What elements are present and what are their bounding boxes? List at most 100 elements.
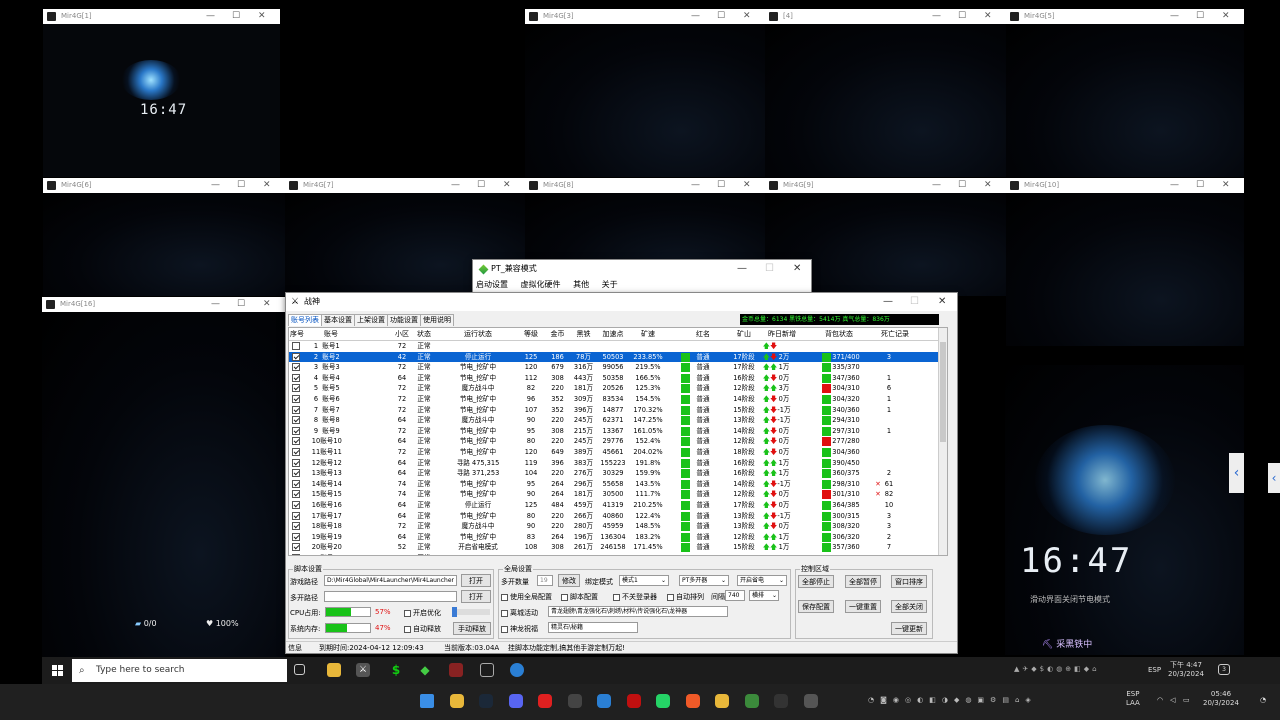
optimize-slider[interactable] — [452, 607, 490, 617]
close-login-check[interactable]: 不关登录器 — [613, 592, 657, 602]
maximize-button[interactable]: ☐ — [910, 293, 919, 311]
game-titlebar[interactable]: Mir4G[3] — ☐ ✕ — [525, 9, 765, 24]
optimize-check[interactable]: 开启优化 — [404, 608, 441, 618]
scroll-thumb[interactable] — [940, 342, 946, 442]
game-titlebar[interactable]: Mir4G[10] — ☐ ✕ — [1006, 178, 1244, 193]
github-icon[interactable] — [774, 694, 788, 708]
table-row[interactable]: 13 账号13 64 正常 寻路 371,253 104 220 276万 30329 159.9… — [289, 468, 947, 479]
script-config-check[interactable]: 脚本配置 — [561, 592, 598, 602]
multi-path-input[interactable] — [324, 591, 457, 602]
mech-check[interactable]: 离城活动 — [501, 608, 538, 618]
row-checkbox[interactable] — [292, 511, 300, 520]
row-checkbox[interactable] — [292, 532, 300, 541]
update-all-button[interactable]: 一键更新 — [891, 622, 927, 635]
col-header[interactable]: 昨日新增 — [761, 328, 803, 341]
checkbox[interactable] — [501, 609, 508, 617]
brave-icon[interactable] — [685, 694, 700, 708]
col-header[interactable]: 加速点 — [598, 328, 628, 341]
row-checkbox[interactable] — [292, 500, 300, 509]
table-row[interactable]: 3 账号3 72 正常 节电_挖矿中 120 679 316万 99056 219.5% 普通 17阶… — [289, 362, 947, 373]
reset-all-button[interactable]: 一键重置 — [845, 600, 881, 613]
game-titlebar[interactable]: Mir4G[7] — ☐ ✕ — [285, 178, 525, 193]
side-arrow-2[interactable]: ‹ — [1268, 463, 1280, 493]
stop-all-button[interactable]: 全部停止 — [798, 575, 834, 588]
edge-app-icon[interactable] — [510, 663, 524, 677]
msg-icon[interactable] — [567, 694, 582, 708]
game-window-5[interactable]: Mir4G[5] — ☐ ✕ — [1006, 9, 1244, 177]
close-button[interactable]: ✕ — [503, 178, 511, 193]
modify-button[interactable]: 修改 — [558, 574, 580, 587]
layout-select[interactable]: 横排 ⌄ — [749, 590, 779, 601]
bind-select[interactable]: 模式1 ⌄ — [619, 575, 669, 586]
table-row[interactable]: 20 账号20 52 正常 开启省电模式 108 308 261万 246158 171.45% 普… — [289, 542, 947, 553]
sleep-select[interactable]: 开启省电 ⌄ — [737, 575, 787, 586]
youtube-icon[interactable] — [538, 694, 552, 708]
window-app-icon[interactable] — [480, 663, 494, 677]
row-checkbox[interactable] — [292, 522, 300, 531]
file-explorer-icon[interactable] — [327, 663, 341, 677]
dragon-check[interactable]: 神龙祝福 — [501, 624, 538, 634]
vm-lang[interactable]: ESP — [1148, 666, 1161, 675]
row-checkbox[interactable] — [292, 437, 300, 446]
close-button[interactable]: ✕ — [938, 293, 946, 311]
col-header[interactable]: 死亡记录 — [871, 328, 919, 341]
game-titlebar[interactable]: Mir4G[16] — ☐ ✕ — [42, 297, 285, 312]
checkbox[interactable] — [667, 593, 674, 601]
game-window-3[interactable]: Mir4G[3] — ☐ ✕ — [525, 9, 765, 177]
row-checkbox[interactable] — [292, 447, 300, 456]
task-view-icon[interactable] — [294, 664, 305, 675]
row-checkbox[interactable] — [292, 469, 300, 478]
col-header[interactable]: 背包状态 — [820, 328, 858, 341]
table-row[interactable]: 12 账号12 64 正常 寻路 475,315 119 396 383万 155223 191.… — [289, 458, 947, 469]
wifi-icon[interactable]: ◠ — [1157, 696, 1163, 705]
col-header[interactable]: 账号 — [306, 328, 356, 341]
table-row[interactable]: 21账号2142正常 — [289, 553, 947, 555]
battery-icon[interactable]: ▭ — [1183, 696, 1190, 705]
whatsapp-icon[interactable] — [656, 694, 670, 708]
row-checkbox[interactable] — [292, 394, 300, 403]
game-titlebar[interactable]: Mir4G[1] — ☐ ✕ — [43, 9, 280, 24]
maximize-button[interactable]: ☐ — [765, 260, 774, 278]
row-checkbox[interactable] — [292, 458, 300, 467]
maximize-button[interactable]: ☐ — [237, 178, 245, 193]
chrome-icon[interactable] — [744, 694, 759, 708]
row-checkbox[interactable] — [292, 416, 300, 425]
row-checkbox[interactable] — [292, 543, 300, 552]
close-button[interactable]: ✕ — [984, 178, 992, 193]
close-button[interactable]: ✕ — [743, 178, 751, 193]
game-window-10[interactable]: Mir4G[10] — ☐ ✕ — [1006, 178, 1244, 346]
interval-input[interactable]: 740 — [725, 590, 745, 601]
app-zhanshen-icon[interactable]: ⚔ — [356, 663, 370, 677]
maximize-button[interactable]: ☐ — [1196, 178, 1204, 193]
col-header[interactable]: 矿速 — [629, 328, 667, 341]
tab-features[interactable]: 功能设置 — [387, 314, 421, 326]
table-row[interactable]: 17 账号17 64 正常 节电_挖矿中 80 220 266万 40860 122.4% 普通 13… — [289, 511, 947, 522]
menu-virtual-hw[interactable]: 虚拟化硬件 — [521, 280, 561, 289]
auto-arrange-check[interactable]: 自动排列 — [667, 592, 704, 602]
path-input[interactable]: D:\Mir4Global\Mir4Launcher\Mir4Launcher — [324, 575, 457, 586]
other-icon[interactable] — [803, 694, 818, 708]
close-button[interactable]: ✕ — [1222, 9, 1230, 24]
close-button[interactable]: ✕ — [793, 260, 801, 278]
windows-start-icon[interactable] — [52, 665, 63, 676]
col-header[interactable]: 状态 — [411, 328, 437, 341]
game-window-4[interactable]: [4] — ☐ ✕ — [765, 9, 1006, 177]
checkbox[interactable] — [404, 609, 411, 617]
checkbox[interactable] — [561, 593, 568, 601]
table-row[interactable]: 14 账号14 74 正常 节电_挖矿中 95 264 296万 55658 143.5% 普通 14… — [289, 479, 947, 490]
minimize-button[interactable]: — — [883, 293, 893, 311]
col-header[interactable]: 序号 — [289, 328, 305, 341]
game-titlebar[interactable]: Mir4G[9] — ☐ ✕ — [765, 178, 1006, 193]
row-checkbox[interactable] — [292, 373, 300, 382]
close-button[interactable]: ✕ — [984, 9, 992, 24]
menu-startup[interactable]: 启动设置 — [476, 280, 508, 289]
game-window-6[interactable]: Mir4G[6] — ☐ ✕ — [43, 178, 285, 296]
window-sort-button[interactable]: 窗口排序 — [891, 575, 927, 588]
col-header[interactable]: 运行状态 — [439, 328, 517, 341]
minimize-button[interactable]: — — [1170, 178, 1179, 193]
slider-thumb[interactable] — [452, 607, 457, 617]
minimize-button[interactable]: — — [211, 178, 220, 193]
game-titlebar[interactable]: Mir4G[8] — ☐ ✕ — [525, 178, 765, 193]
menu-other[interactable]: 其他 — [573, 280, 589, 289]
pause-all-button[interactable]: 全部暂停 — [845, 575, 881, 588]
